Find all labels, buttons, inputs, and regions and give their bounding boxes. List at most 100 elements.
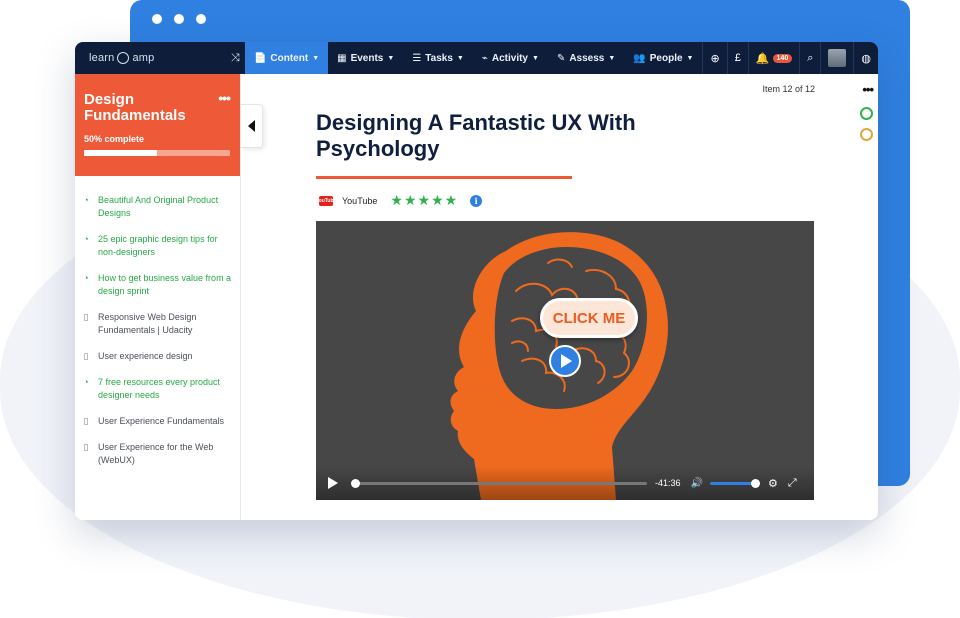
top-navigation: learn amp ⤨ 📄 Content ▼ ▦ Events ▼ ☰ Tas… — [75, 42, 878, 74]
caret-down-icon: ▼ — [532, 54, 539, 62]
nav-content-label: Content — [270, 52, 309, 64]
item-counter: Item 12 of 12 — [762, 84, 815, 94]
course-item-label: User experience design — [98, 351, 193, 361]
content-meta: YouTube YouTube ★ ★ ★ ★ ★ i — [316, 192, 483, 209]
search-button[interactable]: ⌕ — [799, 42, 820, 74]
course-item[interactable]: ◔ 25 epic graphic design tips for non-des… — [75, 233, 240, 259]
complete-status-icon[interactable] — [860, 107, 873, 120]
rss-icon: ◔ — [83, 377, 89, 387]
course-card: Design Fundamentals ••• 50% complete — [75, 74, 240, 176]
volume-slider[interactable] — [709, 478, 760, 488]
course-item-label: 7 free resources every product designer … — [98, 377, 221, 400]
course-item[interactable]: ▯ User experience design — [75, 350, 240, 363]
line-chart-icon: ⌁ — [481, 52, 488, 64]
rss-icon: ◔ — [83, 195, 89, 205]
course-item-label: How to get business value from a design … — [98, 273, 232, 296]
page-title: Designing A Fantastic UX With Psychology — [316, 110, 636, 161]
caret-down-icon: ▼ — [387, 54, 395, 62]
scrubber-handle[interactable] — [351, 478, 360, 488]
video-player[interactable]: CLICK ME -41:36 🔊 ⚙ ⤢ — [316, 221, 814, 500]
gear-icon[interactable]: ⚙ — [768, 477, 778, 490]
plus-circle-icon: ⊕ — [710, 52, 720, 65]
info-icon[interactable]: i — [470, 194, 483, 207]
course-item[interactable]: ◔ How to get business value from a design… — [75, 272, 240, 298]
video-controls: -41:36 🔊 ⚙ ⤢ — [316, 466, 814, 500]
nav-right-tools: ⊕ £ 🔔 140 ⌕ ◍ — [702, 42, 878, 74]
screenshot-stage: learn amp ⤨ 📄 Content ▼ ▦ Events ▼ ☰ Tas… — [0, 0, 960, 618]
nav-tasks-label: Tasks — [425, 52, 453, 64]
collapse-sidebar-button[interactable] — [241, 104, 263, 148]
course-item-label: User Experience Fundamentals — [98, 416, 225, 426]
big-play-button[interactable] — [549, 345, 581, 377]
window-dots — [152, 14, 206, 24]
course-item-label: 25 epic graphic design tips for non-desi… — [98, 234, 218, 257]
star-icon[interactable]: ★ — [390, 192, 403, 209]
title-underline — [316, 176, 572, 179]
content-main: Item 12 of 12 ••• Designing A Fantastic … — [263, 74, 878, 520]
course-title[interactable]: Design Fundamentals — [84, 92, 214, 124]
course-item[interactable]: ◔ Beautiful And Original Product Designs — [75, 194, 240, 220]
video-scrubber[interactable] — [351, 478, 647, 488]
volume-handle[interactable] — [750, 478, 760, 488]
fullscreen-icon[interactable]: ⤢ — [788, 477, 797, 490]
pound-icon: £ — [734, 52, 741, 64]
nav-assess[interactable]: ✎ Assess ▼ — [548, 42, 624, 74]
notifications-button[interactable]: 🔔 140 — [747, 42, 799, 74]
course-sidebar: Design Fundamentals ••• 50% complete ◔ Be… — [75, 74, 241, 520]
list-icon: ☰ — [412, 52, 422, 64]
logo-text-right: amp — [132, 52, 155, 64]
nav-activity[interactable]: ⌁ Activity ▼ — [473, 42, 548, 74]
volume-icon[interactable]: 🔊 — [691, 478, 703, 489]
star-icon[interactable]: ★ — [404, 192, 417, 209]
nav-people[interactable]: 👥 People ▼ — [624, 42, 702, 74]
caret-down-icon: ▼ — [686, 54, 694, 62]
add-button[interactable]: ⊕ — [702, 42, 726, 74]
caret-down-icon: ▼ — [312, 54, 320, 62]
learnamp-logo[interactable]: learn amp — [75, 52, 226, 64]
logo-text-left: learn — [89, 52, 115, 64]
search-icon: ⌕ — [807, 51, 814, 64]
course-progress-label: 50% complete — [84, 134, 145, 144]
time-remaining: -41:36 — [655, 478, 681, 488]
bookmark-icon: ▯ — [83, 351, 89, 361]
caret-down-icon: ▼ — [608, 54, 616, 62]
nav-events[interactable]: ▦ Events ▼ — [328, 42, 403, 74]
calendar-icon: ▦ — [337, 52, 347, 64]
currency-button[interactable]: £ — [726, 42, 748, 74]
caret-down-icon: ▼ — [456, 54, 464, 62]
shuffle-icon[interactable]: ⤨ — [226, 52, 245, 65]
course-more-menu-icon[interactable]: ••• — [218, 90, 231, 106]
bookmark-icon: ▯ — [83, 312, 89, 322]
course-item[interactable]: ▯ Responsive Web Design Fundamentals | Ud… — [75, 311, 240, 337]
course-item[interactable]: ▯ User Experience for the Web (WebUX) — [75, 441, 240, 467]
star-icon[interactable]: ★ — [418, 192, 431, 209]
play-button[interactable] — [328, 477, 338, 489]
profile-button[interactable] — [820, 42, 853, 74]
nav-assess-label: Assess — [569, 52, 605, 64]
bulb-icon — [117, 52, 130, 64]
course-item[interactable]: ▯ User Experience Fundamentals — [75, 415, 240, 428]
course-item-label: Responsive Web Design Fundamentals | Uda… — [98, 312, 197, 335]
course-progress-fill — [84, 150, 157, 156]
more-options-icon[interactable]: ••• — [862, 82, 874, 97]
avatar — [828, 49, 847, 67]
nav-tasks[interactable]: ☰ Tasks ▼ — [403, 42, 473, 74]
wrench-icon: ✎ — [556, 52, 566, 64]
app-window: learn amp ⤨ 📄 Content ▼ ▦ Events ▼ ☰ Tas… — [75, 42, 878, 520]
bell-icon: 🔔 — [755, 52, 770, 65]
bookmark-icon: ▯ — [83, 416, 89, 426]
course-item-label: User Experience for the Web (WebUX) — [98, 442, 214, 465]
course-item[interactable]: ◔ 7 free resources every product designer… — [75, 376, 240, 402]
click-me-overlay-button[interactable]: CLICK ME — [540, 298, 638, 338]
star-icon[interactable]: ★ — [431, 192, 444, 209]
rss-icon: ◔ — [83, 234, 89, 244]
star-icon[interactable]: ★ — [445, 192, 458, 209]
nav-people-label: People — [649, 52, 683, 64]
nav-content[interactable]: 📄 Content ▼ — [244, 42, 329, 74]
course-progress-bar — [84, 150, 230, 156]
progress-status-icon[interactable] — [860, 128, 873, 141]
language-button[interactable]: ◍ — [853, 42, 878, 74]
nav-events-label: Events — [350, 52, 384, 64]
rating-stars[interactable]: ★ ★ ★ ★ ★ — [390, 192, 457, 209]
arrow-left-icon — [248, 120, 255, 132]
